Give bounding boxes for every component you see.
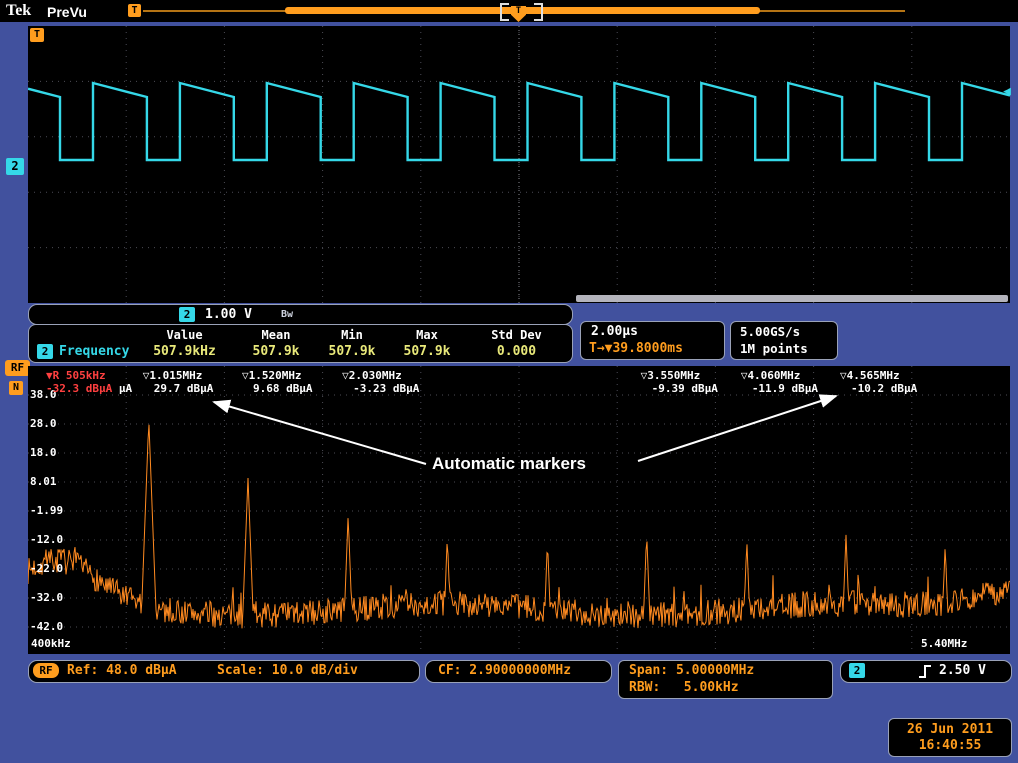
meas-header-value: Value — [137, 328, 232, 342]
marker-frequency: 1.520MHz — [249, 369, 302, 382]
oscilloscope-screen: Tek PreVu T T T ◀ 2 2 1.00 V Bw Value Me… — [0, 0, 1018, 763]
time-domain-display: T ◀ — [28, 26, 1010, 303]
trigger-readout: 2 2.50 V — [840, 660, 1012, 683]
spectrum-start-frequency-label: 400kHz — [31, 637, 71, 650]
spectrum-y-label: -22.0 — [30, 562, 63, 575]
auto-marker-readout: ▽3.550MHz-9.39 dBµA — [641, 369, 718, 395]
rf-normal-badge: N — [9, 381, 23, 395]
auto-marker-readout: ▽1.015MHz29.7 dBµA — [143, 369, 214, 395]
acquisition-mode-label: PreVu — [47, 4, 87, 20]
rf-span: Span: 5.00000MHz — [629, 663, 754, 678]
spectrum-y-label: -42.0 — [30, 620, 63, 633]
automatic-markers-annotation: Automatic markers — [432, 454, 586, 474]
marker-amplitude: 29.7 dBµA — [143, 382, 214, 395]
bandwidth-limit-indicator: Bw — [281, 309, 293, 320]
marker-triangle-icon: ▽ — [342, 369, 349, 382]
spectrum-y-label: 18.0 — [30, 446, 57, 459]
meas-mean: 507.9k — [232, 344, 320, 359]
auto-marker-readout: ▽4.060MHz-11.9 dBµA — [741, 369, 818, 395]
measurement-panel: Value Mean Min Max Std Dev 2 Frequency 5… — [28, 324, 573, 363]
marker-triangle-icon: ▽ — [840, 369, 847, 382]
rf-badge[interactable]: RF — [33, 663, 59, 678]
expansion-bracket-right-icon — [534, 3, 543, 21]
spectrum-stop-frequency-label: 5.40MHz — [921, 637, 967, 650]
reference-marker-readout: ▼R 505kHz-32.3 dBµA µA — [46, 369, 132, 395]
waveform-plot — [28, 26, 1010, 303]
frequency-domain-display: ▼R 505kHz-32.3 dBµA µA ▽1.015MHz29.7 dBµ… — [28, 366, 1010, 654]
record-length: 1M points — [740, 341, 808, 356]
marker-frequency: 2.030MHz — [349, 369, 402, 382]
meas-max: 507.9k — [387, 344, 467, 359]
trigger-delay-icon: T→▼ — [589, 341, 612, 356]
trigger-delay-readout: T→▼39.8000ms — [589, 341, 683, 356]
marker-amplitude: 9.68 dBµA — [242, 382, 313, 395]
rf-scale: Scale: 10.0 dB/div — [217, 663, 358, 678]
trigger-source-flag-icon: T — [128, 4, 141, 17]
date-time-box: 26 Jun 2011 16:40:55 — [888, 718, 1012, 757]
meas-channel-badge: 2 — [37, 344, 53, 359]
marker-frequency: 4.060MHz — [747, 369, 800, 382]
rf-center-frequency: CF: 2.90000000MHz — [438, 663, 571, 678]
meas-header-max: Max — [387, 328, 467, 342]
sample-rate: 5.00GS/s — [740, 324, 800, 339]
marker-amplitude: -9.39 dBµA — [641, 382, 718, 395]
meas-value: 507.9kHz — [137, 344, 232, 359]
channel2-ground-badge[interactable]: 2 — [6, 158, 24, 175]
rf-reference-readout-bar: RF Ref: 48.0 dBµA Scale: 10.0 dB/div — [28, 660, 420, 683]
auto-marker-readout: ▽2.030MHz-3.23 dBµA — [342, 369, 419, 395]
trigger-delay-value: 39.8000ms — [612, 341, 682, 356]
trigger-source-badge[interactable]: 2 — [849, 663, 865, 678]
date-label: 26 Jun 2011 — [889, 722, 1011, 737]
spectrum-y-label: -12.0 — [30, 533, 63, 546]
channel2-readout-bar: 2 1.00 V Bw — [28, 304, 573, 325]
trigger-position-flag-icon[interactable]: T — [511, 6, 526, 22]
auto-marker-readout: ▽4.565MHz-10.2 dBµA — [840, 369, 917, 395]
meas-stddev: 0.000 — [469, 344, 564, 359]
meas-header-stddev: Std Dev — [469, 328, 564, 342]
marker-frequency: 3.550MHz — [647, 369, 700, 382]
acquisition-readout-box: 5.00GS/s 1M points — [730, 321, 838, 360]
meas-header-mean: Mean — [232, 328, 320, 342]
rf-ref-level: Ref: 48.0 dBµA — [67, 663, 177, 678]
time-label: 16:40:55 — [889, 738, 1011, 753]
trigger-level: 2.50 V — [939, 663, 986, 678]
spectrum-y-label: 8.01 — [30, 475, 57, 488]
rf-rbw: RBW: 5.00kHz — [629, 680, 739, 695]
reference-marker-amp: -32.3 dBµA — [46, 382, 112, 395]
spectrum-plot — [28, 366, 1010, 654]
marker-amplitude: -10.2 dBµA — [840, 382, 917, 395]
marker-amplitude: -3.23 dBµA — [342, 382, 419, 395]
expansion-bracket-left-icon — [500, 3, 509, 21]
marker-triangle-icon: ▽ — [242, 369, 249, 382]
rf-channel-badge[interactable]: RF — [5, 360, 30, 376]
reference-marker-freq: 505kHz — [66, 369, 106, 382]
top-status-bar: Tek PreVu T T — [0, 0, 1018, 22]
trigger-corner-flag-icon: T — [30, 28, 44, 42]
channel2-scale: 1.00 V — [205, 307, 252, 322]
meas-name: Frequency — [59, 344, 129, 359]
rising-edge-icon — [917, 663, 933, 680]
auto-marker-readout: ▽1.520MHz9.68 dBµA — [242, 369, 313, 395]
brand-logo: Tek — [6, 2, 31, 20]
channel2-badge[interactable]: 2 — [179, 307, 195, 322]
marker-amplitude: -11.9 dBµA — [741, 382, 818, 395]
horizontal-readout-box: 2.00µs T→▼39.8000ms — [580, 321, 725, 360]
spectrum-y-label: -1.99 — [30, 504, 63, 517]
spectrum-y-label: -32.0 — [30, 591, 63, 604]
spectrum-y-label: 28.0 — [30, 417, 57, 430]
reference-marker-flag: R — [53, 369, 60, 382]
meas-min: 507.9k — [317, 344, 387, 359]
reference-marker-suffix: µA — [112, 382, 132, 395]
meas-header-min: Min — [317, 328, 387, 342]
time-per-div: 2.00µs — [591, 324, 638, 339]
center-frequency-readout: CF: 2.90000000MHz — [425, 660, 612, 683]
marker-frequency: 1.015MHz — [149, 369, 202, 382]
reference-marker-icon: ▼ — [46, 369, 53, 382]
span-rbw-readout: Span: 5.00000MHz RBW: 5.00kHz — [618, 660, 833, 699]
split-screen-divider[interactable] — [576, 295, 1008, 302]
marker-frequency: 4.565MHz — [847, 369, 900, 382]
trigger-level-arrow-icon[interactable]: ◀ — [1003, 84, 1011, 99]
